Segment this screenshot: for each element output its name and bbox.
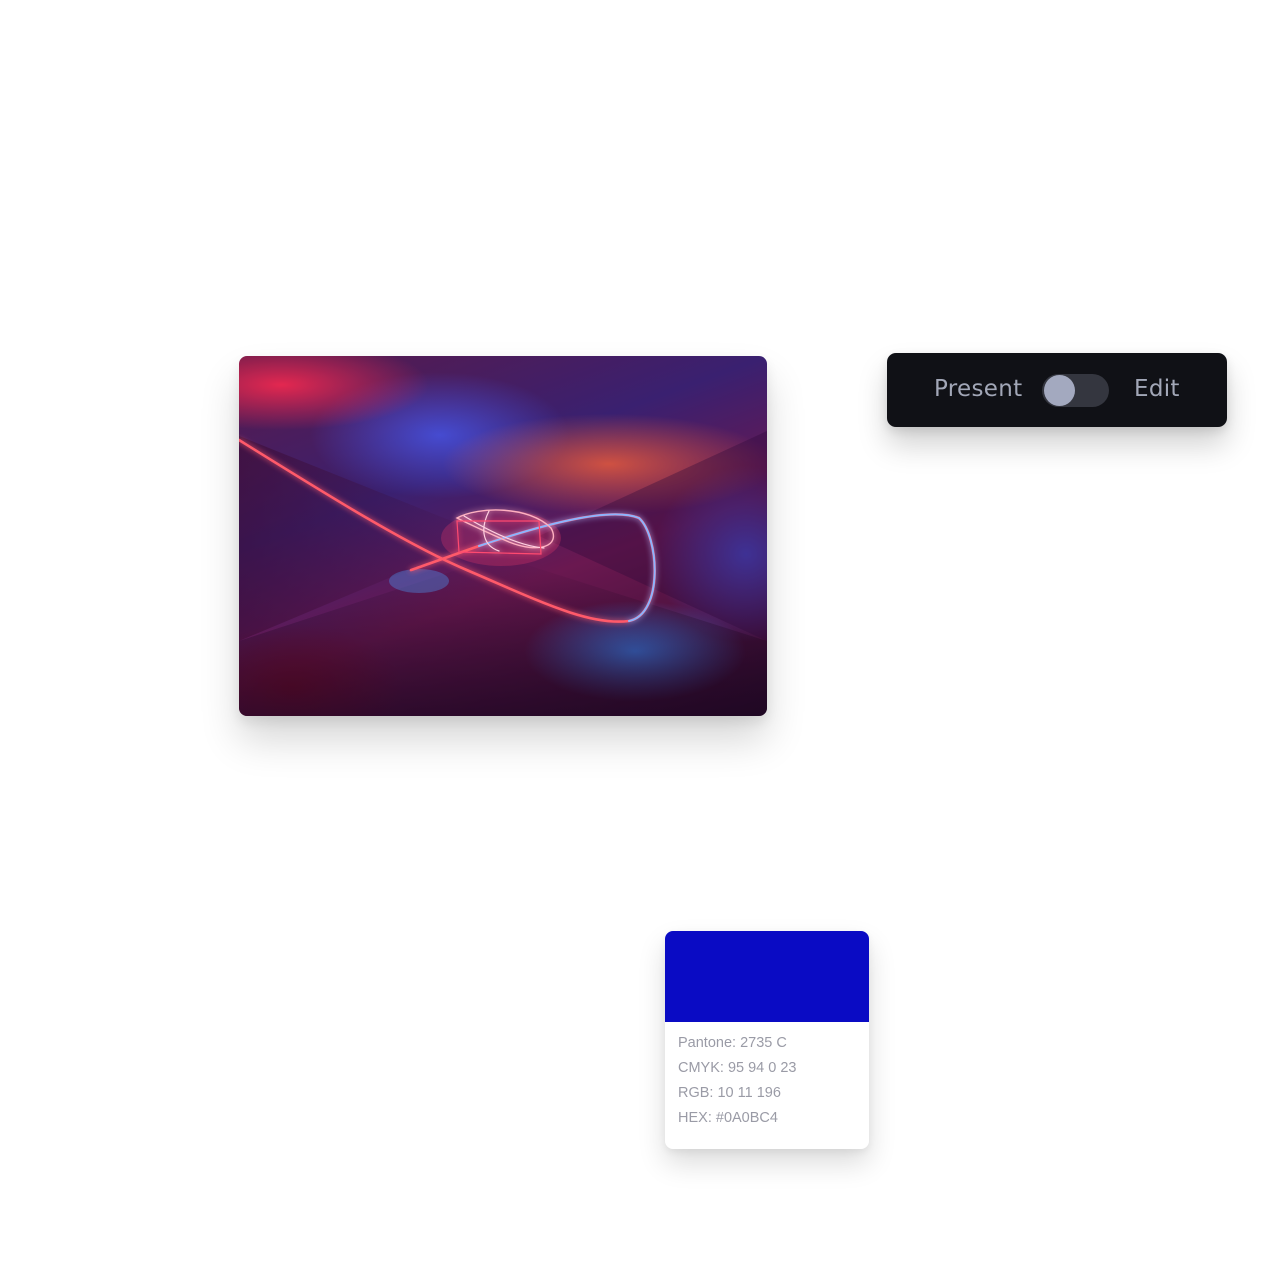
- hex-value: #0A0BC4: [715, 1110, 778, 1126]
- color-swatch-card[interactable]: Pantone: 2735 C CMYK: 95 94 0 23 RGB: 10…: [665, 931, 869, 1149]
- neon-light-loop-image: [239, 431, 767, 716]
- toggle-knob[interactable]: [1044, 375, 1075, 406]
- hex-label: HEX:: [678, 1110, 712, 1126]
- rgb-value: 10 11 196: [717, 1085, 781, 1101]
- cmyk-label: CMYK:: [678, 1060, 724, 1076]
- swatch-info: Pantone: 2735 C CMYK: 95 94 0 23 RGB: 10…: [665, 1022, 869, 1131]
- neon-image-card[interactable]: [239, 356, 767, 716]
- cmyk-value: 95 94 0 23: [727, 1060, 797, 1076]
- pantone-value: 2735 C: [740, 1035, 787, 1051]
- pantone-label: Pantone:: [678, 1035, 737, 1051]
- swatch-color-block: [665, 931, 869, 1022]
- mode-toggle-bar: Present Edit: [887, 353, 1227, 427]
- rgb-label: RGB:: [678, 1085, 714, 1101]
- mode-toggle-switch[interactable]: [1042, 374, 1109, 407]
- pantone-row: Pantone: 2735 C: [678, 1031, 869, 1056]
- edit-label[interactable]: Edit: [1134, 375, 1180, 403]
- rgb-row: RGB: 10 11 196: [678, 1081, 869, 1106]
- cmyk-row: CMYK: 95 94 0 23: [678, 1056, 869, 1081]
- hex-row: HEX: #0A0BC4: [678, 1106, 869, 1131]
- present-label[interactable]: Present: [934, 375, 1022, 403]
